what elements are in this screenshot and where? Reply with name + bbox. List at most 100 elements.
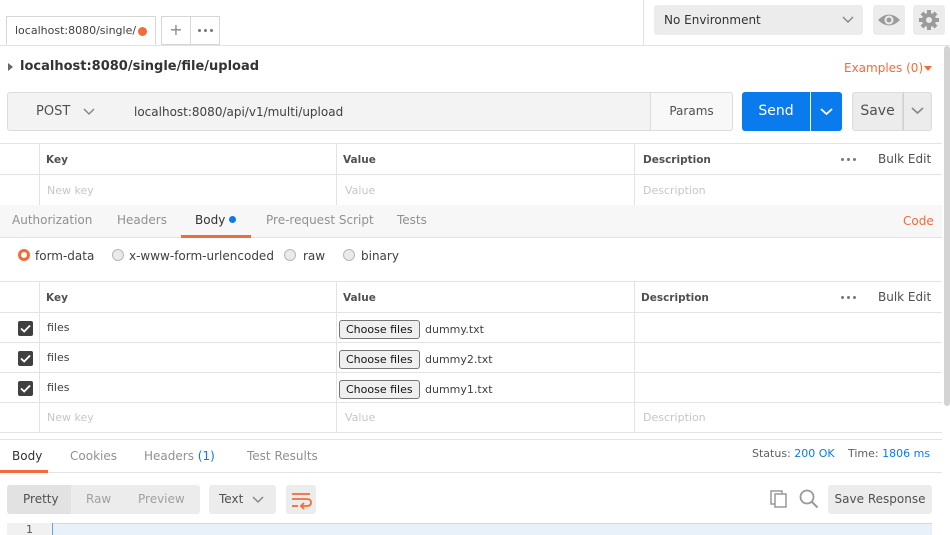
params-table-header: Key Value Description Bulk Edit <box>0 143 942 174</box>
chevron-down-icon <box>83 108 95 116</box>
table-row: files Choose files dummy.txt <box>0 312 942 342</box>
check-icon <box>20 324 31 333</box>
table-row: files Choose files dummy1.txt <box>0 372 942 402</box>
row-file-name: dummy.txt <box>425 323 484 336</box>
manage-environments-button[interactable] <box>913 5 945 35</box>
row-checkbox[interactable] <box>18 321 33 336</box>
tab-headers[interactable]: Headers <box>117 213 167 227</box>
request-title[interactable]: localhost:8080/single/file/upload <box>20 59 259 74</box>
row-file-name: dummy1.txt <box>425 383 493 396</box>
radio-binary[interactable] <box>343 249 355 261</box>
params-new-row: New key Value Description <box>0 174 942 205</box>
expand-triangle-icon[interactable] <box>8 63 13 71</box>
form-table-header: Key Value Description Bulk Edit <box>0 281 942 312</box>
environment-select-value: No Environment <box>664 13 761 27</box>
indicator-dot-icon <box>229 216 237 223</box>
response-type-select[interactable]: Text <box>209 485 276 514</box>
new-description-input[interactable]: Description <box>643 411 706 440</box>
response-tabs: Body Cookies Headers (1) Test Results St… <box>0 439 942 473</box>
tab-cookies[interactable]: Cookies <box>70 449 117 463</box>
more-icon[interactable] <box>841 296 856 299</box>
unsaved-dot-icon <box>138 27 147 36</box>
search-icon[interactable] <box>798 488 820 510</box>
tab-body-label: Body <box>195 213 226 227</box>
format-raw-button[interactable]: Raw <box>86 492 111 506</box>
caret-down-icon <box>924 66 932 71</box>
chevron-down-icon <box>252 496 264 504</box>
check-icon <box>20 354 31 363</box>
time-label: Time: <box>848 447 879 460</box>
save-button[interactable]: Save <box>852 92 903 131</box>
tab-test-results[interactable]: Test Results <box>247 449 318 463</box>
active-tab-indicator <box>181 235 251 238</box>
send-options-button[interactable] <box>811 92 842 131</box>
params-button[interactable]: Params <box>650 92 733 131</box>
choose-files-button[interactable]: Choose files <box>339 350 420 369</box>
chevron-down-icon <box>842 16 854 24</box>
radio-raw-label[interactable]: raw <box>303 249 325 263</box>
more-icon[interactable] <box>841 158 856 161</box>
copy-icon[interactable] <box>769 489 789 509</box>
status-value: 200 OK <box>794 447 835 460</box>
scrollbar[interactable] <box>944 46 950 406</box>
line-number: 1 <box>7 523 53 535</box>
examples-dropdown[interactable]: Examples (0) <box>844 61 932 75</box>
top-bar: localhost:8080/single/ + No Environment <box>0 0 950 46</box>
radio-form-data-label[interactable]: form-data <box>35 249 94 263</box>
row-checkbox[interactable] <box>18 351 33 366</box>
time-readout: Time: 1806 ms <box>848 447 930 460</box>
table-row: files Choose files dummy2.txt <box>0 342 942 372</box>
format-pretty-button[interactable]: Pretty <box>23 492 59 506</box>
active-tab-indicator <box>0 470 48 473</box>
code-link[interactable]: Code <box>903 214 934 228</box>
request-tabs: Authorization Headers Body Pre-request S… <box>0 205 942 238</box>
eye-icon <box>878 14 900 26</box>
request-tab-label: localhost:8080/single/ <box>15 24 137 37</box>
choose-files-button[interactable]: Choose files <box>339 320 420 339</box>
url-input[interactable]: localhost:8080/api/v1/multi/upload <box>124 92 651 131</box>
tab-tests[interactable]: Tests <box>397 213 427 227</box>
gear-icon <box>919 10 939 30</box>
status-readout: Status: 200 OK <box>752 447 835 460</box>
new-value-input[interactable]: Value <box>345 411 375 440</box>
radio-urlencoded[interactable] <box>112 249 124 261</box>
method-select[interactable]: POST <box>7 92 125 131</box>
radio-binary-label[interactable]: binary <box>361 249 399 263</box>
status-label: Status: <box>752 447 791 460</box>
row-checkbox[interactable] <box>18 381 33 396</box>
environment-quick-look-button[interactable] <box>873 5 905 35</box>
tab-authorization[interactable]: Authorization <box>12 213 92 227</box>
more-icon <box>197 29 213 32</box>
wrap-icon <box>292 493 312 510</box>
radio-form-data[interactable] <box>18 249 30 261</box>
method-value: POST <box>36 104 71 119</box>
chevron-down-icon <box>911 107 924 115</box>
check-icon <box>20 384 31 393</box>
send-button[interactable]: Send <box>742 92 810 131</box>
tab-pre-request-script[interactable]: Pre-request Script <box>266 213 374 227</box>
time-value: 1806 ms <box>882 447 931 460</box>
radio-raw[interactable] <box>284 249 296 261</box>
request-tab[interactable]: localhost:8080/single/ <box>6 16 156 45</box>
response-editor[interactable] <box>7 523 932 535</box>
save-response-button[interactable]: Save Response <box>828 485 932 514</box>
tab-more-button[interactable] <box>190 16 220 45</box>
row-file-name: dummy2.txt <box>425 353 493 366</box>
environment-select[interactable]: No Environment <box>654 5 863 35</box>
choose-files-button[interactable]: Choose files <box>339 380 420 399</box>
tab-response-headers-label: Headers <box>144 449 194 463</box>
format-preview-button[interactable]: Preview <box>138 492 185 506</box>
wrap-lines-button[interactable] <box>286 485 316 514</box>
new-tab-button[interactable]: + <box>161 16 191 45</box>
tab-body[interactable]: Body <box>195 213 237 227</box>
tab-response-headers[interactable]: Headers (1) <box>144 449 215 463</box>
radio-urlencoded-label[interactable]: x-www-form-urlencoded <box>129 249 274 263</box>
new-key-input[interactable]: New key <box>47 411 94 440</box>
response-type-value: Text <box>219 492 244 506</box>
headers-count: (1) <box>197 449 215 463</box>
examples-label: Examples (0) <box>844 61 924 75</box>
save-options-button[interactable] <box>903 92 932 131</box>
divider <box>643 0 644 46</box>
tab-response-body[interactable]: Body <box>12 449 42 463</box>
chevron-down-icon <box>820 108 833 116</box>
